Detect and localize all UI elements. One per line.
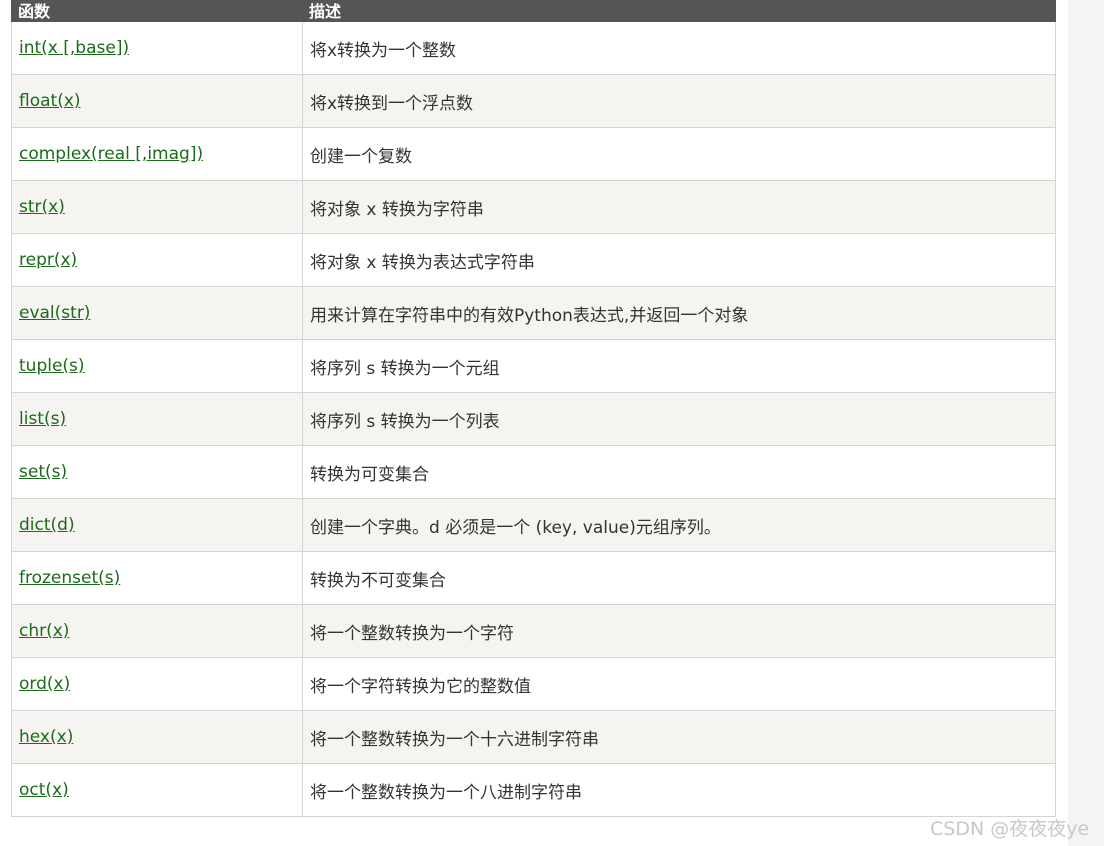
function-cell: chr(x) [11,604,303,658]
function-link[interactable]: complex(real [,imag]) [19,144,203,164]
function-link[interactable]: int(x [,base]) [19,38,129,58]
description-cell: 将对象 x 转换为表达式字符串 [302,233,1056,287]
table-row: repr(x) 将对象 x 转换为表达式字符串 [11,233,1056,287]
table-row: str(x) 将对象 x 转换为字符串 [11,180,1056,234]
description-cell: 将一个整数转换为一个八进制字符串 [302,763,1056,817]
description-cell: 用来计算在字符串中的有效Python表达式,并返回一个对象 [302,286,1056,340]
function-cell: dict(d) [11,498,303,552]
table-row: float(x) 将x转换到一个浮点数 [11,74,1056,128]
function-cell: complex(real [,imag]) [11,127,303,181]
function-cell: eval(str) [11,286,303,340]
description-cell: 将x转换为一个整数 [302,21,1056,75]
conversion-functions-table: 函数 描述 int(x [,base]) 将x转换为一个整数 float(x) … [11,0,1056,817]
table-row: chr(x) 将一个整数转换为一个字符 [11,604,1056,658]
description-cell: 将序列 s 转换为一个列表 [302,392,1056,446]
description-cell: 转换为不可变集合 [302,551,1056,605]
table-row: list(s) 将序列 s 转换为一个列表 [11,392,1056,446]
function-cell: tuple(s) [11,339,303,393]
function-cell: int(x [,base]) [11,21,303,75]
function-cell: list(s) [11,392,303,446]
table-row: oct(x) 将一个整数转换为一个八进制字符串 [11,763,1056,817]
description-cell: 将x转换到一个浮点数 [302,74,1056,128]
function-link[interactable]: repr(x) [19,250,77,270]
function-link[interactable]: list(s) [19,409,66,429]
function-cell: set(s) [11,445,303,499]
function-link[interactable]: hex(x) [19,727,73,747]
function-cell: oct(x) [11,763,303,817]
table-row: frozenset(s) 转换为不可变集合 [11,551,1056,605]
description-cell: 将一个字符转换为它的整数值 [302,657,1056,711]
description-cell: 创建一个字典。d 必须是一个 (key, value)元组序列。 [302,498,1056,552]
function-cell: hex(x) [11,710,303,764]
function-link[interactable]: chr(x) [19,621,69,641]
table-row: ord(x) 将一个字符转换为它的整数值 [11,657,1056,711]
function-link[interactable]: eval(str) [19,303,90,323]
description-cell: 将一个整数转换为一个字符 [302,604,1056,658]
description-cell: 将一个整数转换为一个十六进制字符串 [302,710,1056,764]
function-link[interactable]: tuple(s) [19,356,85,376]
page: 函数 描述 int(x [,base]) 将x转换为一个整数 float(x) … [0,0,1104,846]
header-description: 描述 [302,0,1056,22]
function-link[interactable]: str(x) [19,197,65,217]
function-cell: float(x) [11,74,303,128]
function-link[interactable]: set(s) [19,462,67,482]
table-row: int(x [,base]) 将x转换为一个整数 [11,21,1056,75]
function-cell: ord(x) [11,657,303,711]
table-row: set(s) 转换为可变集合 [11,445,1056,499]
description-cell: 转换为可变集合 [302,445,1056,499]
description-cell: 创建一个复数 [302,127,1056,181]
function-link[interactable]: oct(x) [19,780,69,800]
function-link[interactable]: frozenset(s) [19,568,120,588]
function-link[interactable]: float(x) [19,91,81,111]
table-row: tuple(s) 将序列 s 转换为一个元组 [11,339,1056,393]
function-link[interactable]: dict(d) [19,515,75,535]
table-header-row: 函数 描述 [11,0,1056,22]
right-sidebar-strip [1068,0,1104,846]
function-cell: str(x) [11,180,303,234]
function-link[interactable]: ord(x) [19,674,70,694]
header-function: 函数 [11,0,303,22]
function-cell: repr(x) [11,233,303,287]
table-row: hex(x) 将一个整数转换为一个十六进制字符串 [11,710,1056,764]
description-cell: 将对象 x 转换为字符串 [302,180,1056,234]
csdn-watermark: CSDN @夜夜夜ye [930,818,1090,840]
table-row: complex(real [,imag]) 创建一个复数 [11,127,1056,181]
description-cell: 将序列 s 转换为一个元组 [302,339,1056,393]
table-row: dict(d) 创建一个字典。d 必须是一个 (key, value)元组序列。 [11,498,1056,552]
function-cell: frozenset(s) [11,551,303,605]
table-row: eval(str) 用来计算在字符串中的有效Python表达式,并返回一个对象 [11,286,1056,340]
